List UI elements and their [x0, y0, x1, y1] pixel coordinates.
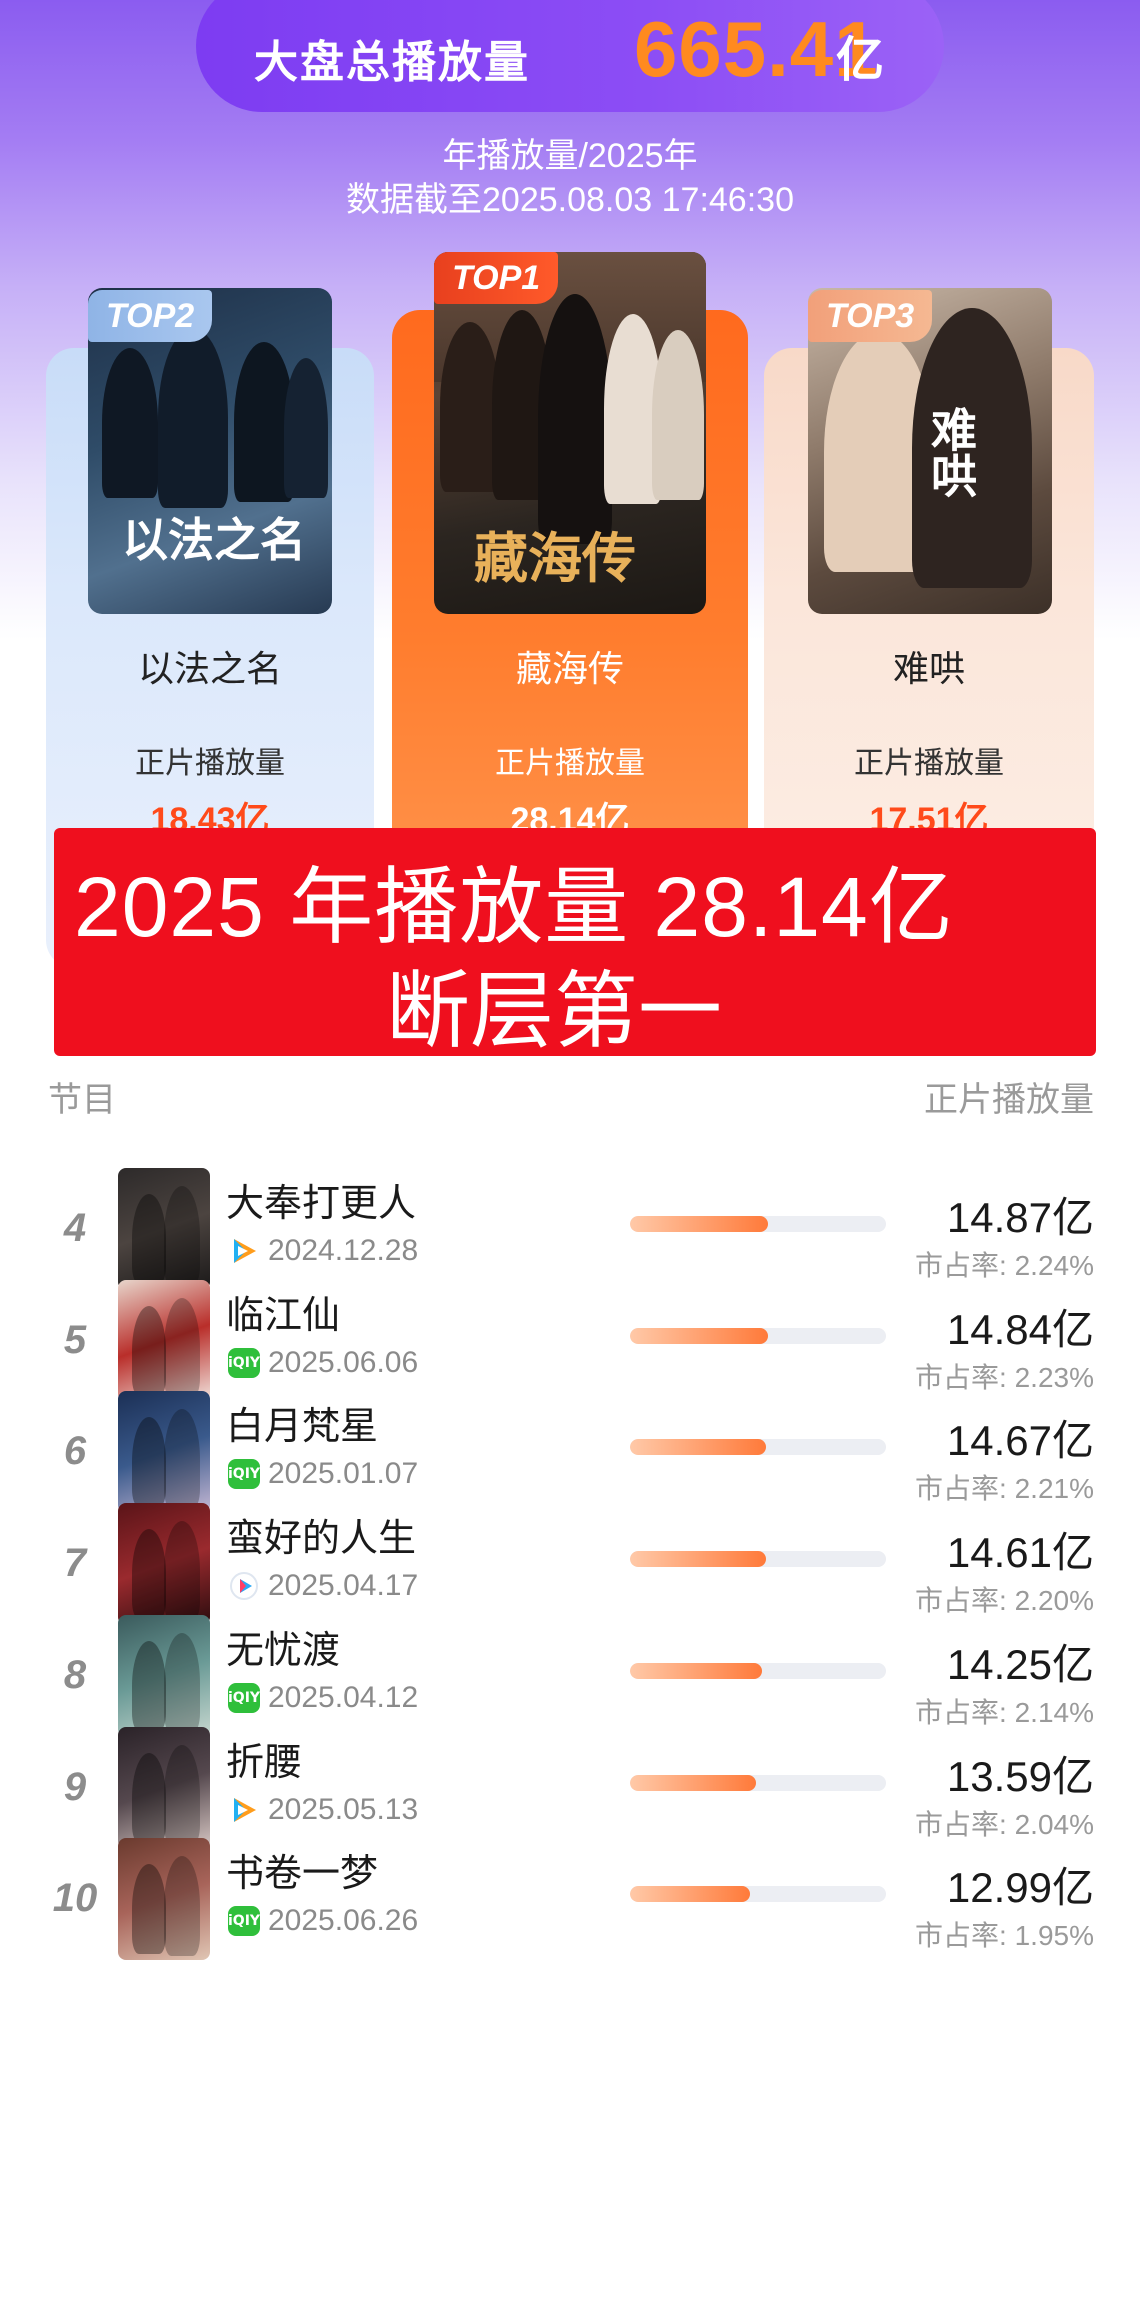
- plays-progress-fill: [630, 1774, 756, 1791]
- plays-progress-fill: [630, 1551, 766, 1568]
- list-header-program: 节目: [48, 1081, 116, 1119]
- banner-headline: 2025 年播放量 28.14亿: [74, 860, 954, 954]
- drama-thumbnail[interactable]: [118, 1168, 210, 1290]
- market-share: 市占率: 2.23%: [915, 1361, 1094, 1393]
- plays-value: 14.61亿: [946, 1529, 1094, 1577]
- plays-value: 13.59亿: [946, 1752, 1094, 1800]
- market-share: 市占率: 2.04%: [915, 1808, 1094, 1840]
- plays-progress-bar: [630, 1662, 886, 1679]
- release-date: 2025.05.13: [268, 1792, 419, 1826]
- drama-thumbnail[interactable]: [118, 1279, 210, 1402]
- period-subtitle: 年播放量/2025年: [442, 137, 698, 175]
- release-date: 2025.06.26: [268, 1904, 419, 1938]
- plays-value: 12.99亿: [946, 1864, 1094, 1912]
- rank-number: 6: [63, 1429, 87, 1474]
- data-timestamp: 数据截至2025.08.03 17:46:30: [346, 181, 794, 219]
- drama-title[interactable]: 书卷一梦: [226, 1842, 378, 1897]
- release-date: 2025.06.06: [268, 1345, 419, 1379]
- poster-title-top2: 以法之名: [122, 513, 306, 567]
- top2-badge: TOP2: [88, 290, 213, 342]
- top1-badge: TOP1: [434, 252, 559, 304]
- plays-progress-fill: [630, 1216, 769, 1232]
- rank-number: 10: [52, 1876, 98, 1921]
- plays-progress-bar: [630, 1216, 886, 1232]
- release-date: 2025.04.12: [268, 1680, 419, 1714]
- podium-plays-label-top2: 正片播放量: [135, 747, 285, 780]
- drama-title[interactable]: 无忧渡: [226, 1619, 340, 1674]
- plays-progress-bar: [630, 1886, 886, 1903]
- plays-progress-fill: [630, 1886, 751, 1903]
- rank-number: 4: [63, 1206, 87, 1250]
- podium-name-top3: 难哄: [892, 648, 965, 689]
- iqiyi-icon: iQIY: [228, 1459, 260, 1490]
- plays-progress-bar: [630, 1327, 886, 1344]
- podium-name-top2: 以法之名: [137, 648, 282, 689]
- podium-plays-label-top1: 正片播放量: [495, 747, 645, 780]
- plays-value: 14.84亿: [946, 1305, 1094, 1353]
- iqiyi-icon: iQIY: [228, 1347, 260, 1378]
- plays-progress-bar: [630, 1439, 886, 1456]
- drama-thumbnail[interactable]: [118, 1503, 210, 1626]
- market-share: 市占率: 2.21%: [915, 1473, 1094, 1505]
- iqiyi-icon: iQIY: [228, 1682, 260, 1713]
- market-share: 市占率: 2.24%: [915, 1250, 1094, 1281]
- plays-progress-bar: [630, 1551, 886, 1568]
- list-item[interactable]: 10 书卷一梦 iQIY 2025.06.26 12.99亿 市占率: 1.95…: [0, 1838, 1140, 1988]
- highlight-banner: 2025 年播放量 28.14亿 断层第一: [54, 828, 1096, 1058]
- market-share: 市占率: 2.20%: [915, 1585, 1094, 1617]
- drama-thumbnail[interactable]: [118, 1614, 210, 1737]
- iqiyi-icon: iQIY: [228, 1906, 260, 1937]
- poster-top1[interactable]: 藏海传: [434, 252, 706, 614]
- release-date: 2024.12.28: [268, 1234, 419, 1267]
- rank-number: 9: [63, 1764, 87, 1809]
- top3-badge: TOP3: [808, 290, 933, 342]
- market-share: 市占率: 2.14%: [915, 1696, 1094, 1728]
- banner-subline: 断层第一: [385, 964, 722, 1058]
- total-plays-label: 大盘总播放量: [254, 38, 530, 87]
- market-share: 市占率: 1.95%: [915, 1920, 1094, 1952]
- rank-number: 5: [63, 1317, 87, 1362]
- drama-title[interactable]: 折腰: [226, 1731, 302, 1786]
- drama-title[interactable]: 大奉打更人: [226, 1172, 416, 1227]
- plays-progress-bar: [630, 1774, 886, 1791]
- plays-value: 14.25亿: [946, 1640, 1094, 1688]
- plays-progress-fill: [630, 1439, 767, 1456]
- plays-value: 14.67亿: [946, 1417, 1094, 1465]
- drama-title[interactable]: 临江仙: [226, 1284, 340, 1339]
- drama-thumbnail[interactable]: [118, 1838, 210, 1961]
- plays-value: 14.87亿: [946, 1194, 1094, 1241]
- release-date: 2025.01.07: [268, 1457, 419, 1491]
- list-header-plays: 正片播放量: [924, 1081, 1094, 1119]
- total-plays-unit: 亿: [836, 34, 885, 87]
- drama-thumbnail[interactable]: [118, 1391, 210, 1514]
- drama-title[interactable]: 白月梵星: [226, 1395, 378, 1450]
- podium-plays-label-top3: 正片播放量: [854, 747, 1004, 780]
- podium-name-top1: 藏海传: [515, 648, 624, 689]
- total-plays-pill: 大盘总播放量 665.41 亿: [196, 0, 944, 112]
- release-date: 2025.04.17: [268, 1569, 419, 1603]
- drama-thumbnail[interactable]: [118, 1726, 210, 1849]
- drama-title[interactable]: 蛮好的人生: [226, 1507, 416, 1562]
- rank-number: 8: [63, 1652, 87, 1697]
- poster-title-top1: 藏海传: [474, 526, 636, 590]
- plays-progress-fill: [630, 1662, 763, 1679]
- rank-number: 7: [63, 1541, 87, 1586]
- tencent-video-icon: [228, 1795, 260, 1825]
- youku-icon: [228, 1571, 260, 1601]
- plays-progress-fill: [630, 1327, 768, 1344]
- poster-title-top3: 难哄: [924, 406, 978, 498]
- tencent-video-icon: [228, 1236, 260, 1266]
